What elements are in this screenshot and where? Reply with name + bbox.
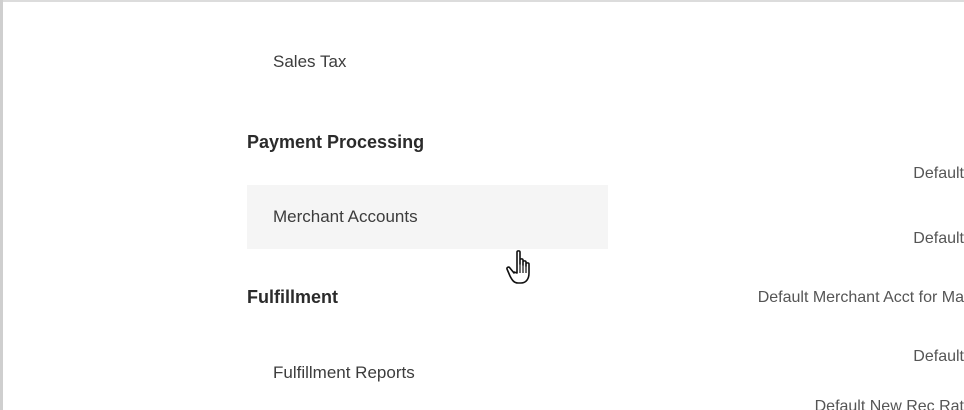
- sidebar-item-label: Merchant Accounts: [273, 207, 418, 226]
- sidebar-item-merchant-accounts[interactable]: Merchant Accounts: [247, 185, 608, 249]
- sidebar-item-sales-tax[interactable]: Sales Tax: [247, 30, 608, 94]
- sidebar-item-label: Sales Tax: [273, 52, 347, 71]
- section-heading-payment-processing: Payment Processing: [247, 132, 425, 152]
- hand-pointer-icon: [506, 250, 530, 284]
- setting-label-default-merchant-acct: Default Merchant Acct for Ma: [757, 289, 964, 306]
- setting-label-default-2: Default: [913, 230, 964, 247]
- setting-label-default-new-rec: Default New Rec Rat: [814, 398, 964, 410]
- sidebar-item-fulfillment-reports[interactable]: Fulfillment Reports: [247, 341, 608, 405]
- setting-label-default-1: Default: [913, 165, 964, 182]
- sidebar-item-label: Fulfillment Reports: [273, 363, 415, 382]
- top-divider: [0, 0, 964, 2]
- section-heading-fulfillment: Fulfillment: [247, 287, 338, 307]
- setting-label-default-3: Default: [913, 348, 964, 365]
- settings-page: Sales Tax Payment Processing Merchant Ac…: [0, 0, 964, 410]
- left-divider: [0, 0, 3, 410]
